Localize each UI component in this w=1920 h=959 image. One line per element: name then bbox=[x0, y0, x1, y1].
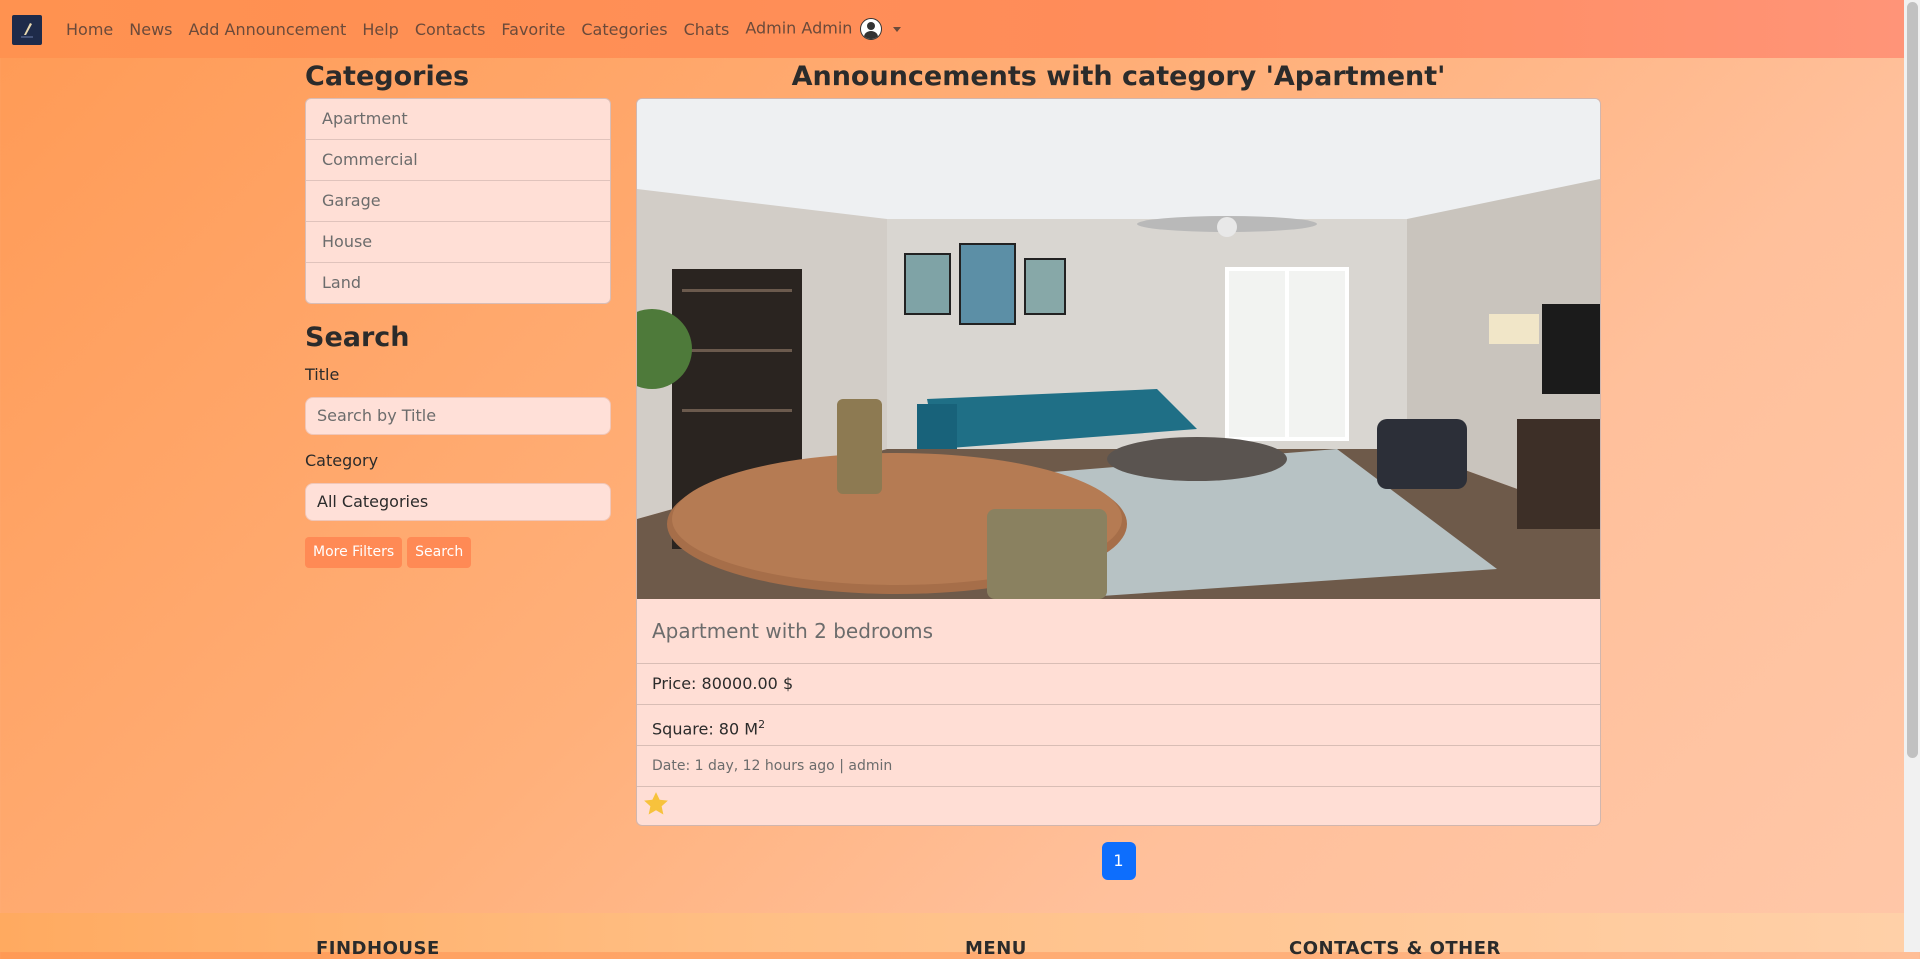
navbar: Home News Add Announcement Help Contacts… bbox=[0, 0, 1904, 58]
title-search-input[interactable]: Search by Title bbox=[305, 397, 611, 435]
footer-heading-menu: MENU bbox=[965, 938, 1027, 959]
category-label: Category bbox=[305, 451, 379, 470]
search-button[interactable]: Search bbox=[407, 537, 472, 568]
category-item-apartment[interactable]: Apartment bbox=[306, 99, 610, 139]
nav-home[interactable]: Home bbox=[66, 20, 113, 39]
star-icon[interactable] bbox=[641, 789, 671, 823]
nav-help[interactable]: Help bbox=[362, 20, 398, 39]
announcement-title[interactable]: Apartment with 2 bedrooms bbox=[637, 599, 1600, 664]
nav-contacts[interactable]: Contacts bbox=[415, 20, 486, 39]
meta-text: Date: 1 day, 12 hours ago | admin bbox=[652, 758, 893, 774]
nav-chats[interactable]: Chats bbox=[684, 20, 730, 39]
page-1-button[interactable]: 1 bbox=[1101, 842, 1136, 880]
square-text: Square: 80 M bbox=[652, 719, 759, 739]
main-content: Announcements with category 'Apartment' bbox=[636, 58, 1601, 880]
category-item-house[interactable]: House bbox=[306, 221, 610, 262]
user-menu[interactable]: Admin Admin bbox=[745, 18, 901, 40]
pagination: 1 bbox=[636, 842, 1601, 880]
price-text: Price: 80000.00 $ bbox=[652, 674, 794, 693]
card-footer bbox=[637, 787, 1600, 825]
apartment-photo[interactable] bbox=[637, 99, 1600, 599]
announcement-price: Price: 80000.00 $ bbox=[637, 664, 1600, 705]
logo-icon[interactable] bbox=[12, 15, 42, 45]
scrollbar[interactable] bbox=[1904, 0, 1920, 952]
search-heading: Search bbox=[305, 322, 410, 353]
more-filters-button[interactable]: More Filters bbox=[305, 537, 403, 568]
user-name: Admin Admin bbox=[745, 18, 853, 38]
announcement-card: Apartment with 2 bedrooms Price: 80000.0… bbox=[636, 98, 1601, 826]
category-item-land[interactable]: Land bbox=[306, 262, 610, 303]
page-title: Announcements with category 'Apartment' bbox=[791, 61, 1446, 92]
announcement-meta: Date: 1 day, 12 hours ago | admin bbox=[637, 746, 1600, 787]
footer-heading-findhouse: FINDHOUSE bbox=[316, 938, 440, 959]
nav-categories[interactable]: Categories bbox=[581, 20, 667, 39]
category-list: Apartment Commercial Garage House Land bbox=[305, 98, 611, 304]
caret-down-icon bbox=[892, 26, 901, 32]
nav-favorite[interactable]: Favorite bbox=[501, 20, 565, 39]
nav-links: Home News Add Announcement Help Contacts… bbox=[66, 0, 917, 58]
category-select[interactable]: All Categories bbox=[305, 483, 611, 521]
scrollbar-thumb[interactable] bbox=[1907, 2, 1918, 758]
announcement-title-text: Apartment with 2 bedrooms bbox=[652, 619, 934, 643]
nav-news[interactable]: News bbox=[129, 20, 172, 39]
title-label: Title bbox=[305, 365, 340, 384]
category-item-commercial[interactable]: Commercial bbox=[306, 139, 610, 180]
filter-buttons: More Filters Search bbox=[305, 537, 611, 568]
category-item-garage[interactable]: Garage bbox=[306, 180, 610, 221]
footer: FINDHOUSE MENU CONTACTS & OTHER bbox=[0, 913, 1904, 959]
sidebar: Categories Apartment Commercial Garage H… bbox=[305, 58, 611, 568]
avatar-icon bbox=[859, 18, 882, 40]
announcement-square: Square: 80 M2 bbox=[637, 705, 1600, 746]
square-superscript: 2 bbox=[758, 718, 766, 731]
nav-add-announcement[interactable]: Add Announcement bbox=[188, 20, 346, 39]
footer-heading-contacts: CONTACTS & OTHER bbox=[1289, 938, 1501, 959]
categories-heading: Categories bbox=[305, 61, 470, 92]
